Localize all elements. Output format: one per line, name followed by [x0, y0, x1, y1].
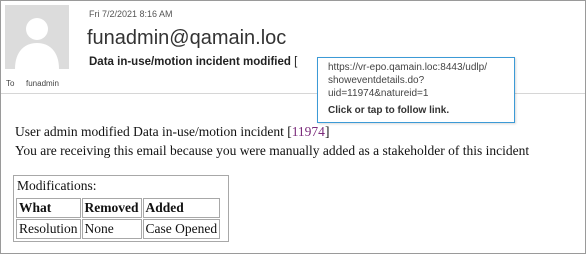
- modifications-caption: Modifications:: [17, 178, 97, 193]
- sent-date: Fri 7/2/2021 8:16 AM: [89, 9, 173, 19]
- table-header-row: What Removed Added: [16, 198, 221, 218]
- sender-avatar-icon: [5, 5, 69, 69]
- incident-link[interactable]: 11974: [292, 124, 325, 139]
- tooltip-url-line1: https://vr-epo.qamain.loc:8443/udlp/: [328, 62, 487, 73]
- email-body: User admin modified Data in-use/motion i…: [15, 122, 529, 160]
- link-tooltip: https://vr-epo.qamain.loc:8443/udlp/ sho…: [317, 57, 515, 123]
- subject-bracket: [: [294, 56, 298, 68]
- body-line1-suffix: ]: [324, 124, 330, 139]
- sender-address[interactable]: funadmin@qamain.loc: [87, 27, 286, 50]
- to-recipient[interactable]: funadmin: [26, 79, 59, 88]
- header-added: Added: [142, 198, 221, 218]
- cell-added: Case Opened: [142, 219, 221, 239]
- tooltip-url-line3: uid=11974&natureid=1: [328, 88, 429, 99]
- body-line-stakeholder: You are receiving this email because you…: [15, 143, 530, 158]
- body-line1-prefix: User admin modified Data in-use/motion i…: [15, 124, 292, 139]
- tooltip-url-line2: showeventdetails.do?: [328, 75, 425, 86]
- modifications-table: What Removed Added Resolution None Case …: [15, 197, 221, 240]
- tooltip-url: https://vr-epo.qamain.loc:8443/udlp/ sho…: [328, 61, 512, 100]
- modifications-box: Modifications: What Removed Added Resolu…: [13, 175, 229, 242]
- body-line-modified: User admin modified Data in-use/motion i…: [15, 122, 529, 141]
- tooltip-hint: Click or tap to follow link.: [328, 105, 450, 116]
- table-row: Resolution None Case Opened: [16, 219, 221, 239]
- cell-removed: None: [81, 219, 142, 239]
- subject-text: Data in-use/motion incident modified: [89, 56, 291, 68]
- to-label: To: [6, 79, 15, 88]
- header-removed: Removed: [81, 198, 142, 218]
- email-subject: Data in-use/motion incident modified [: [89, 56, 297, 68]
- email-reading-pane: To funadmin Fri 7/2/2021 8:16 AM funadmi…: [0, 0, 586, 254]
- cell-what: Resolution: [16, 219, 81, 239]
- header-what: What: [16, 198, 81, 218]
